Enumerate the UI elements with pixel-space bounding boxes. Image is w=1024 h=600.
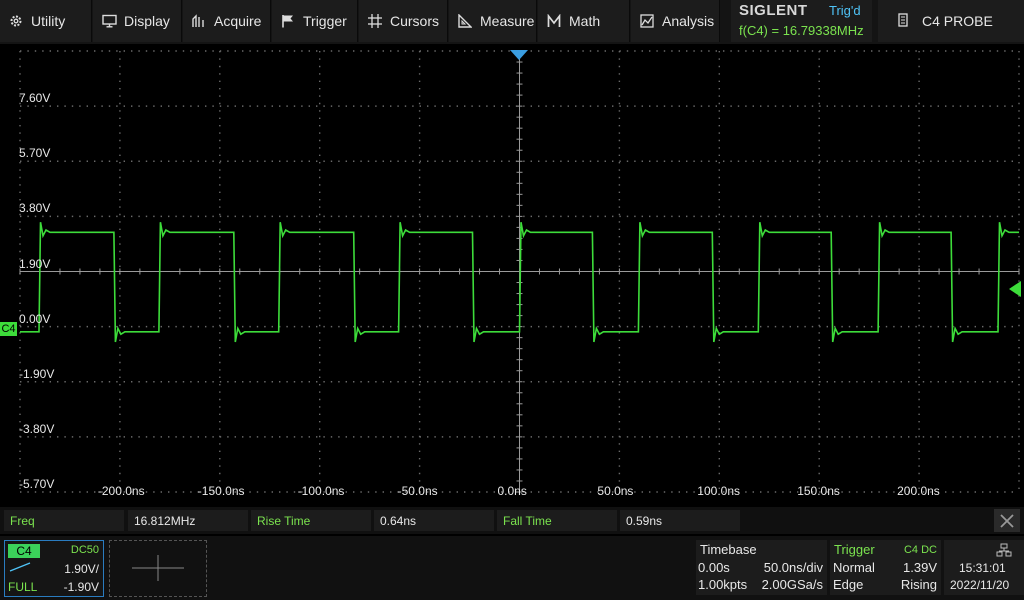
waveform-plot xyxy=(19,50,1020,493)
menu-utility-label: Utility xyxy=(31,13,66,29)
channel-bandwidth: FULL xyxy=(8,580,38,594)
x-tick-label: 50.0ns xyxy=(597,484,634,498)
x-tick-label: -200.0ns xyxy=(97,484,145,498)
ruler-icon xyxy=(457,13,473,29)
measurement-value: 16.812MHz xyxy=(128,510,248,531)
timebase-delay: 0.00s xyxy=(698,560,730,575)
measurement-name: Rise Time xyxy=(251,510,371,531)
channel-tag: C4 xyxy=(8,544,40,558)
probe-button[interactable]: C4 PROBE xyxy=(878,0,1024,42)
menu-measure-label: Measure xyxy=(480,13,535,29)
y-tick-label: -3.80V xyxy=(19,421,55,436)
trigger-status-panel: SIGLENT Trig'd f(C4) = 16.79338MHz xyxy=(731,0,872,42)
trigger-slope: Rising xyxy=(900,577,937,592)
menu-acquire[interactable]: Acquire xyxy=(183,0,271,42)
y-tick-label: 0.00V xyxy=(19,311,51,326)
measurement-value: 0.64ns xyxy=(374,510,494,531)
menu-acquire-label: Acquire xyxy=(214,13,262,29)
x-tick-label: 100.0ns xyxy=(697,484,740,498)
y-tick-label: -5.70V xyxy=(19,477,55,491)
x-tick-label: 150.0ns xyxy=(797,484,840,498)
menu-measure[interactable]: Measure xyxy=(449,0,537,42)
probe-slope-icon xyxy=(9,562,31,572)
x-tick-label: -100.0ns xyxy=(297,484,345,498)
probe-icon xyxy=(898,12,908,30)
menu-analysis-label: Analysis xyxy=(662,13,715,29)
channel-offset-marker[interactable]: C4 xyxy=(0,322,17,336)
clock-time: 15:31:01 xyxy=(959,561,1006,575)
timebase-title: Timebase xyxy=(700,542,757,557)
channel-coupling: DC50 xyxy=(70,544,99,556)
trigger-source: C4 DC xyxy=(903,544,937,556)
y-tick-label: 1.90V xyxy=(19,256,51,271)
trigger-level-marker[interactable] xyxy=(1008,280,1022,298)
crosshair-icon xyxy=(367,13,383,29)
y-tick-label: -1.90V xyxy=(19,366,55,381)
measurement-name: Fall Time xyxy=(497,510,617,531)
trigger-state-label: Trig'd xyxy=(829,3,861,18)
timebase-memory: 1.00kpts xyxy=(698,577,748,592)
trigger-title: Trigger xyxy=(834,542,875,557)
timebase-panel[interactable]: Timebase 0.00s 50.0ns/div 1.00kpts 2.00G… xyxy=(696,540,827,595)
menu-cursors-label: Cursors xyxy=(390,13,440,29)
menu-trigger[interactable]: Trigger xyxy=(272,0,358,42)
flag-icon xyxy=(280,13,296,29)
probe-label: C4 PROBE xyxy=(922,13,993,29)
x-tick-label: 200.0ns xyxy=(897,484,940,498)
timebase-scale: 50.0ns/div xyxy=(763,560,823,575)
x-tick-label: 0.0ns xyxy=(497,484,527,498)
analysis-icon xyxy=(639,13,655,29)
trigger-mode: Normal xyxy=(833,560,875,575)
close-measurements-button[interactable] xyxy=(994,509,1020,532)
monitor-icon xyxy=(101,13,117,29)
measurement-name: Freq xyxy=(4,510,124,531)
menu-cursors[interactable]: Cursors xyxy=(359,0,448,42)
y-tick-label: 7.60V xyxy=(19,91,51,106)
menu-utility[interactable]: Utility xyxy=(0,0,92,42)
trigger-type: Edge xyxy=(833,577,864,592)
channel-c4-panel[interactable]: C4 DC50 1.90V/ FULL -1.90V xyxy=(4,540,104,597)
trigger-position-marker[interactable] xyxy=(509,49,529,61)
menu-math[interactable]: Math xyxy=(538,0,630,42)
status-bar: C4 DC50 1.90V/ FULL -1.90V Timebase 0.00… xyxy=(0,536,1024,600)
plus-icon xyxy=(132,555,184,581)
menu-display[interactable]: Display xyxy=(93,0,182,42)
trigger-panel[interactable]: Trigger C4 DC Normal 1.39V Edge Rising xyxy=(830,540,941,595)
siglent-logo: SIGLENT xyxy=(739,2,808,19)
clock-date: 2022/11/20 xyxy=(950,578,1010,592)
channel-scale: 1.90V/ xyxy=(64,562,99,576)
close-icon xyxy=(1000,513,1014,528)
clock-panel[interactable]: 15:31:01 2022/11/20 xyxy=(944,540,1024,595)
gear-icon xyxy=(8,13,24,29)
x-tick-label: -50.0ns xyxy=(397,484,438,498)
menu-display-label: Display xyxy=(124,13,170,29)
measurement-value: 0.59ns xyxy=(620,510,740,531)
y-tick-label: 5.70V xyxy=(19,146,51,161)
waveform-display[interactable]: 7.60V 5.70V 3.80V 1.90V 0.00V -1.90V -3.80V -5.… xyxy=(0,44,1024,504)
acquire-icon xyxy=(191,13,207,29)
add-channel-button[interactable] xyxy=(109,540,207,597)
top-menu-bar: Utility Display Acquire Trigger Cursors … xyxy=(0,0,1024,44)
math-icon xyxy=(546,13,562,29)
frequency-counter-readout: f(C4) = 16.79338MHz xyxy=(739,23,864,38)
measurement-bar: Freq 16.812MHz Rise Time 0.64ns Fall Tim… xyxy=(0,507,1024,534)
y-tick-label: 3.80V xyxy=(19,201,51,216)
trigger-level: 1.39V xyxy=(903,560,937,575)
menu-math-label: Math xyxy=(569,13,601,29)
network-icon xyxy=(996,543,1012,557)
menu-analysis[interactable]: Analysis xyxy=(631,0,720,42)
timebase-sample-rate: 2.00GSa/s xyxy=(761,577,823,592)
x-tick-label: -150.0ns xyxy=(197,484,245,498)
menu-trigger-label: Trigger xyxy=(303,13,347,29)
channel-offset: -1.90V xyxy=(63,580,99,594)
